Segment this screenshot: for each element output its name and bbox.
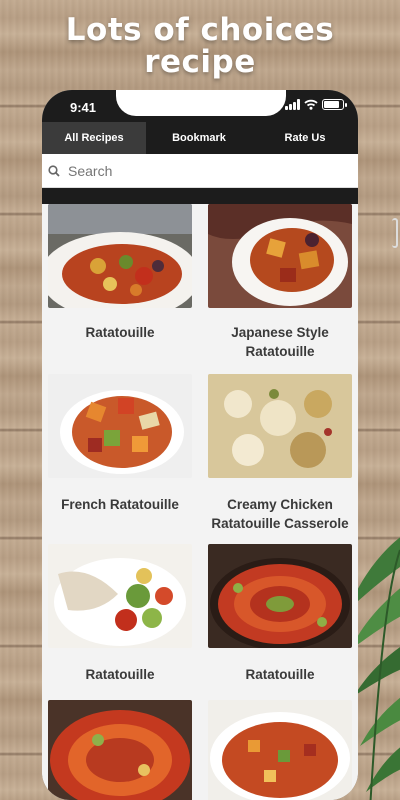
- search-input[interactable]: [68, 162, 308, 179]
- status-time: 9:41: [70, 100, 97, 115]
- recipe-grid: Ratatouille Japanese Style Ratatouille F…: [42, 204, 358, 800]
- status-icons: [285, 99, 347, 110]
- recipe-title: Ratatouille: [245, 667, 315, 682]
- recipe-image: [208, 700, 352, 800]
- recipe-title: Creamy Chicken Ratatouille Casserole: [211, 497, 349, 531]
- app-screen: 9:41 All Recipes Bookmark Rate Us Search…: [42, 90, 358, 800]
- recipe-card[interactable]: Japanese Style Ratatouille: [208, 204, 352, 361]
- recipe-image: [208, 204, 352, 308]
- recipe-image: [48, 700, 192, 800]
- recipe-card[interactable]: French Ratatouille: [48, 374, 192, 514]
- recipe-image: [48, 204, 192, 308]
- search-bar: [42, 154, 358, 188]
- signal-icon: [285, 99, 300, 110]
- battery-icon: [322, 99, 347, 110]
- recipe-card[interactable]: Creamy Chicken Ratatouille Casserole: [208, 374, 352, 533]
- tab-all-recipes[interactable]: All Recipes: [42, 122, 146, 154]
- headline-line-1: Lots of choices: [65, 12, 335, 48]
- recipe-title: Ratatouille: [85, 667, 155, 682]
- recipe-image: [48, 374, 192, 478]
- recipe-card[interactable]: Ratatouille: [48, 544, 192, 684]
- recipe-card[interactable]: Ratatouille: [48, 204, 192, 342]
- search-divider: [42, 188, 358, 204]
- wifi-icon: [304, 99, 318, 110]
- second-phone-edge: [392, 218, 398, 248]
- recipe-card[interactable]: [208, 700, 352, 800]
- tab-bookmark[interactable]: Bookmark: [146, 122, 252, 154]
- recipe-title: French Ratatouille: [61, 497, 179, 512]
- search-icon: [48, 164, 60, 177]
- headline-line-2: recipe: [144, 44, 256, 80]
- tab-rate-us[interactable]: Rate Us: [252, 122, 358, 154]
- recipe-title: Japanese Style Ratatouille: [231, 325, 329, 359]
- recipe-image: [208, 544, 352, 648]
- recipe-card[interactable]: Ratatouille: [208, 544, 352, 684]
- phone-frame: 9:41 All Recipes Bookmark Rate Us Search…: [42, 90, 358, 800]
- recipe-image: [48, 544, 192, 648]
- promo-headline: Lots of choices recipe: [0, 14, 400, 78]
- recipe-image: [208, 374, 352, 478]
- tab-bar: All Recipes Bookmark Rate Us: [42, 122, 358, 154]
- recipe-card[interactable]: [48, 700, 192, 800]
- phone-notch: [116, 90, 286, 116]
- status-bar: 9:41: [42, 90, 358, 122]
- recipe-title: Ratatouille: [85, 325, 155, 340]
